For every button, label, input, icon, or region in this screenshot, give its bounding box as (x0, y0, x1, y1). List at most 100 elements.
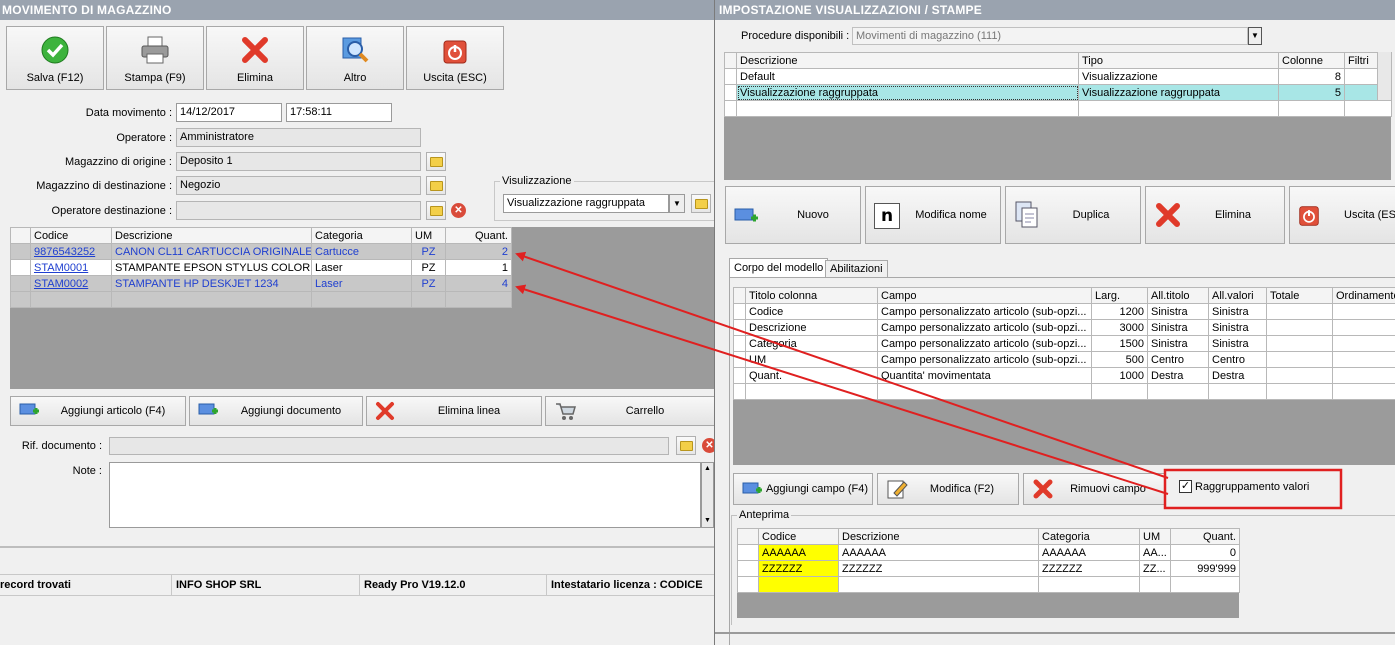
scroll-down-icon[interactable]: ▼ (702, 515, 713, 527)
check-icon (41, 36, 69, 64)
uscita-button[interactable]: Uscita (ESC) (406, 26, 504, 90)
visualizzazione-dropdown-icon[interactable]: ▼ (669, 194, 685, 213)
uscita-right-button[interactable]: Uscita (ES (1289, 186, 1395, 244)
add-row-icon (19, 403, 39, 415)
duplica-button[interactable]: Duplica (1005, 186, 1141, 244)
status-version: Ready Pro V19.12.0 (364, 575, 547, 595)
raggruppamento-checkbox-row[interactable]: ✓ Raggruppamento valori (1179, 480, 1309, 493)
nuovo-button[interactable]: Nuovo (725, 186, 861, 244)
rimuovi-campo-button[interactable]: Rimuovi campo (1023, 473, 1165, 505)
col-codice[interactable]: Codice (30, 227, 112, 244)
table-row[interactable]: Codice Campo personalizzato articolo (su… (733, 303, 1395, 320)
table-row[interactable]: UM Campo personalizzato articolo (sub-op… (733, 351, 1395, 368)
origine-folder-button[interactable] (426, 152, 446, 171)
table-row[interactable]: 9876543252 CANON CL11 CARTUCCIA ORIGINAL… (10, 243, 512, 260)
cell-codice[interactable]: STAM0001 (30, 259, 112, 276)
procedure-select[interactable]: Movimenti di magazzino (111) (852, 27, 1248, 45)
table-row: AAAAAA AAAAAA AAAAAA AA... 0 (737, 544, 1240, 561)
table-row[interactable]: Descrizione Campo personalizzato articol… (733, 319, 1395, 336)
col-categoria[interactable]: Categoria (311, 227, 412, 244)
altro-label: Altro (343, 72, 367, 84)
scroll-up-icon[interactable]: ▲ (702, 463, 713, 475)
cell-titolo: UM (745, 351, 878, 368)
folder-icon (429, 205, 443, 216)
op-dest-clear-icon[interactable]: ✕ (451, 203, 466, 218)
col-quant[interactable]: Quant. (445, 227, 512, 244)
tab-corpo-del-modello[interactable]: Corpo del modello (729, 258, 829, 278)
col-campo[interactable]: Campo (877, 287, 1092, 304)
operatore-field: Amministratore (176, 128, 421, 147)
ora-movimento-field[interactable]: 17:58:11 (286, 103, 392, 122)
table-row[interactable]: STAM0002 STAMPANTE HP DESKJET 1234 Laser… (10, 275, 512, 292)
folder-icon (429, 180, 443, 191)
cell-categoria: ZZZZZZ (1038, 560, 1140, 577)
raggruppamento-checkbox[interactable]: ✓ (1179, 480, 1192, 493)
modifica-campo-button[interactable]: Modifica (F2) (877, 473, 1019, 505)
note-scrollbar[interactable]: ▲ ▼ (701, 462, 714, 528)
procedure-dropdown-icon[interactable]: ▼ (1248, 27, 1262, 45)
grid-row-indicator (737, 528, 759, 545)
cell-codice[interactable]: 9876543252 (30, 243, 112, 260)
col-colonne[interactable]: Colonne (1278, 52, 1345, 69)
aggiungi-documento-button[interactable]: Aggiungi documento (189, 396, 363, 426)
cell-categoria: AAAAAA (1038, 544, 1140, 561)
col-categoria: Categoria (1038, 528, 1140, 545)
visualizzazione-folder-button[interactable] (691, 194, 711, 213)
elimina-label: Elimina (236, 72, 274, 84)
cell-all-valori: Sinistra (1208, 335, 1267, 352)
table-row[interactable]: Quant. Quantita' movimentata 1000 Destra… (733, 367, 1395, 384)
views-scrollbar[interactable] (1377, 52, 1391, 100)
cell-campo: Campo personalizzato articolo (sub-opzi.… (877, 319, 1092, 336)
cell-quant: 4 (445, 275, 512, 292)
table-row[interactable]: Categoria Campo personalizzato articolo … (733, 335, 1395, 352)
col-ordinamento[interactable]: Ordinamento (1332, 287, 1395, 304)
note-textarea[interactable] (109, 462, 701, 528)
table-row-empty[interactable] (733, 383, 1395, 400)
table-row-empty[interactable] (10, 291, 512, 308)
stampa-button[interactable]: Stampa (F9) (106, 26, 204, 90)
cell-codice[interactable]: STAM0002 (30, 275, 112, 292)
status-license: Intestatario licenza : CODICE (551, 579, 703, 591)
elimina-button[interactable]: Elimina (206, 26, 304, 90)
op-dest-folder-button[interactable] (426, 201, 446, 220)
row-indicator (724, 68, 737, 85)
carrello-button[interactable]: Carrello (545, 396, 714, 426)
anteprima-label: Anteprima (737, 509, 792, 521)
add-row-icon (734, 208, 758, 222)
col-larg[interactable]: Larg. (1091, 287, 1148, 304)
table-row[interactable]: STAM0001 STAMPANTE EPSON STYLUS COLOR C.… (10, 259, 512, 276)
grid-row-indicator (10, 227, 31, 244)
altro-button[interactable]: Altro (306, 26, 404, 90)
elimina-view-button[interactable]: Elimina (1145, 186, 1285, 244)
power-icon (1299, 206, 1319, 226)
tab-abilitazioni[interactable]: Abilitazioni (825, 260, 888, 278)
cell-descrizione[interactable]: Visualizzazione raggruppata (736, 84, 1079, 101)
aggiungi-campo-button[interactable]: Aggiungi campo (F4) (733, 473, 873, 505)
visualizzazione-select[interactable]: Visualizzazione raggruppata (503, 194, 669, 213)
table-row-selected[interactable]: Visualizzazione raggruppata Visualizzazi… (724, 84, 1392, 101)
col-totale[interactable]: Totale (1266, 287, 1333, 304)
col-descrizione[interactable]: Descrizione (111, 227, 312, 244)
cell-totale (1266, 367, 1333, 384)
salva-button[interactable]: Salva (F12) (6, 26, 104, 90)
fields-grid: Titolo colonna Campo Larg. All.titolo Al… (733, 287, 1395, 400)
col-descrizione[interactable]: Descrizione (736, 52, 1079, 69)
elimina-linea-button[interactable]: Elimina linea (366, 396, 542, 426)
row-indicator (737, 560, 759, 577)
cell-categoria: Cartucce (311, 243, 412, 260)
table-row[interactable]: Default Visualizzazione 8 (724, 68, 1392, 85)
col-tipo[interactable]: Tipo (1078, 52, 1279, 69)
col-all-titolo[interactable]: All.titolo (1147, 287, 1209, 304)
row-indicator (737, 544, 759, 561)
cell-all-valori: Sinistra (1208, 319, 1267, 336)
col-titolo-colonna[interactable]: Titolo colonna (745, 287, 878, 304)
destinazione-folder-button[interactable] (426, 176, 446, 195)
aggiungi-articolo-button[interactable]: Aggiungi articolo (F4) (10, 396, 186, 426)
table-row-empty[interactable] (724, 100, 1392, 117)
rif-folder-button[interactable] (676, 436, 696, 455)
col-codice: Codice (758, 528, 839, 545)
col-all-valori[interactable]: All.valori (1208, 287, 1267, 304)
data-movimento-field[interactable]: 14/12/2017 (176, 103, 282, 122)
col-um[interactable]: UM (411, 227, 446, 244)
modifica-nome-button[interactable]: n Modifica nome (865, 186, 1001, 244)
